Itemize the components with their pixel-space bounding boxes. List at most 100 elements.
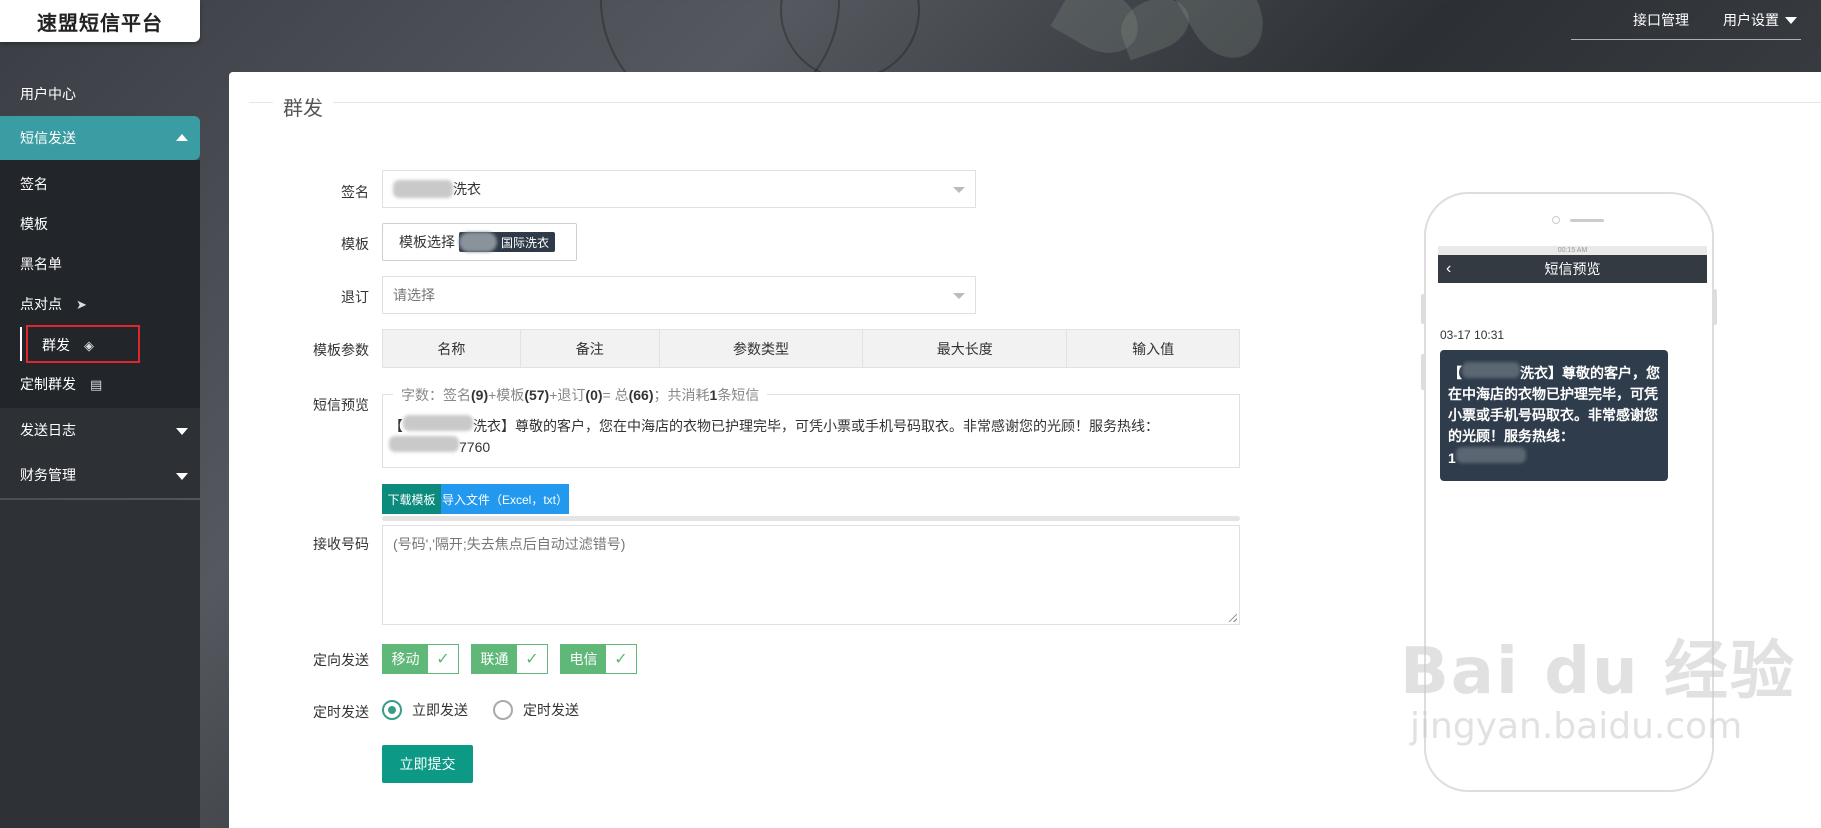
document-icon: ▤ [90, 377, 103, 392]
baidu-watermark: Bai du 经验 jingyan.baidu.com [1400, 620, 1796, 747]
sidebar-item-blacklist[interactable]: 黑名单 [0, 244, 200, 284]
sign-label: 签名 [341, 184, 369, 200]
phone-side-button [1713, 289, 1717, 325]
column-header: 输入值 [1066, 329, 1240, 368]
sms-preview-box: 字数：签名(9)+模板(57)+退订(0)= 总(66)；共消耗1条短信 【洗衣… [382, 385, 1240, 468]
api-management-link[interactable]: 接口管理 [1633, 10, 1689, 30]
sidebar-item-p2p[interactable]: 点对点 ➤ [0, 284, 200, 324]
radio-icon [493, 700, 513, 720]
params-table: 名称 备注 参数类型 最大长度 输入值 [382, 329, 1240, 368]
sidebar-item-label: 群发 [42, 337, 70, 353]
back-arrow-icon: ‹ [1446, 260, 1452, 277]
column-header: 备注 [519, 329, 660, 368]
sidebar-item-send-log[interactable]: 发送日志 [0, 408, 200, 453]
char-count: 字数：签名(9)+模板(57)+退订(0)= 总(66)；共消耗1条短信 [393, 385, 768, 405]
sidebar-item-user-center[interactable]: 用户中心 [0, 72, 200, 116]
redacted-text [1462, 362, 1520, 378]
receivers-placeholder: (号码','隔开;失去焦点后自动过滤错号) [393, 536, 626, 552]
phone-side-button [1421, 354, 1425, 390]
layers-icon: ◈ [84, 338, 94, 353]
chevron-down-icon [953, 293, 965, 299]
chevron-down-icon [1785, 17, 1797, 25]
sidebar-item-sign[interactable]: 签名 [0, 164, 200, 204]
carrier-name: 移动 [383, 645, 428, 673]
template-select-button[interactable]: 模板选择 国际洗衣 [382, 223, 577, 261]
carrier-checkbox-mobile[interactable]: 移动 ✓ [382, 644, 459, 674]
sidebar-item-template[interactable]: 模板 [0, 204, 200, 244]
preview-label: 短信预览 [313, 397, 369, 413]
top-nav: 接口管理 用户设置 [1571, 0, 1801, 40]
message-time: 03-17 10:31 [1440, 328, 1505, 342]
sidebar-item-label: 财务管理 [20, 467, 76, 483]
receivers-label: 接收号码 [313, 536, 369, 552]
checkmark-icon: ✓ [428, 645, 458, 673]
sidebar-item-label: 短信发送 [20, 130, 76, 146]
user-settings-menu[interactable]: 用户设置 [1723, 10, 1797, 30]
paper-plane-icon: ➤ [76, 297, 87, 312]
chevron-down-icon [176, 473, 188, 480]
import-file-button[interactable]: 导入文件（Excel，txt） [441, 484, 569, 514]
watermark-logo: Bai du 经验 [1400, 635, 1796, 709]
sidebar-item-label: 定制群发 [20, 376, 76, 392]
sidebar: 用户中心 短信发送 签名 模板 黑名单 点对点 ➤ 群发 ◈ 定制群发 ▤ 发送日志 … [0, 72, 200, 498]
redacted-text [459, 232, 497, 252]
template-label: 模板 [341, 236, 369, 252]
speaker-icon [1570, 219, 1604, 222]
checkmark-icon: ✓ [606, 645, 636, 673]
sidebar-item-label: 点对点 [20, 296, 62, 312]
template-tag-label: 国际洗衣 [501, 235, 550, 250]
template-tag: 国际洗衣 [459, 232, 556, 252]
phone-title-bar: ‹ 短信预览 [1438, 255, 1707, 283]
unsubscribe-label: 退订 [341, 289, 369, 305]
carrier-checkbox-unicom[interactable]: 联通 ✓ [471, 644, 548, 674]
sign-select[interactable]: 洗衣 [382, 170, 976, 208]
template-select-label: 模板选择 [399, 234, 455, 250]
table-header-row: 名称 备注 参数类型 最大长度 输入值 [382, 329, 1240, 368]
user-settings-label: 用户设置 [1723, 11, 1779, 28]
column-header: 参数类型 [658, 329, 864, 368]
unsubscribe-select[interactable]: 请选择 [382, 276, 976, 314]
resize-handle-icon[interactable] [1229, 614, 1237, 622]
preview-text: 【洗衣】尊敬的客户，您在中海店的衣物已护理完毕，可凭小票或手机号码取衣。非常感谢… [389, 415, 1229, 457]
carrier-label: 定向发送 [313, 652, 369, 668]
sidebar-item-finance[interactable]: 财务管理 [0, 453, 200, 498]
chevron-down-icon [953, 187, 965, 193]
column-header: 最大长度 [862, 329, 1068, 368]
chevron-up-icon [176, 134, 188, 141]
chevron-down-icon [176, 428, 188, 435]
sidebar-item-sms-send[interactable]: 短信发送 [0, 116, 200, 160]
download-template-button[interactable]: 下载模板 [382, 484, 441, 514]
phone-status-bar: 00:15 AM [1438, 246, 1707, 255]
sms-send-submenu: 签名 模板 黑名单 点对点 ➤ 群发 ◈ 定制群发 ▤ [0, 160, 200, 408]
upload-progress-bar [382, 516, 1240, 521]
section-divider [249, 102, 1821, 103]
schedule-label: 定时发送 [313, 704, 369, 720]
carrier-name: 电信 [561, 645, 606, 673]
sidebar-background [0, 500, 200, 828]
submit-button[interactable]: 立即提交 [382, 745, 473, 783]
schedule-later-radio[interactable]: 定时发送 [493, 700, 579, 720]
camera-icon [1552, 216, 1560, 224]
checkmark-icon: ✓ [517, 645, 547, 673]
carrier-name: 联通 [472, 645, 517, 673]
message-bubble: 【洗衣】尊敬的客户，您在中海店的衣物已护理完毕，可凭小票或手机号码取衣。非常感谢… [1440, 350, 1668, 481]
column-header: 名称 [382, 329, 521, 368]
carrier-checkbox-telecom[interactable]: 电信 ✓ [560, 644, 637, 674]
params-label: 模板参数 [313, 342, 369, 358]
brand-logo: 速盟短信平台 [0, 0, 200, 42]
redacted-text [1455, 447, 1526, 463]
sidebar-item-label: 发送日志 [20, 422, 76, 438]
schedule-now-radio[interactable]: 立即发送 [382, 700, 468, 720]
redacted-text [403, 415, 473, 431]
receivers-textarea[interactable]: (号码','隔开;失去焦点后自动过滤错号) [382, 525, 1240, 625]
sidebar-item-custom-mass[interactable]: 定制群发 ▤ [0, 364, 200, 404]
sidebar-item-mass[interactable]: 群发 ◈ [20, 325, 140, 363]
radio-label: 定时发送 [523, 702, 579, 718]
unsubscribe-placeholder: 请选择 [393, 287, 435, 303]
page-title: 群发 [273, 92, 333, 121]
redacted-text [393, 180, 453, 198]
radio-label: 立即发送 [412, 702, 468, 718]
redacted-text [389, 436, 459, 452]
phone-side-button [1421, 294, 1425, 324]
watermark-url: jingyan.baidu.com [1410, 706, 1743, 747]
